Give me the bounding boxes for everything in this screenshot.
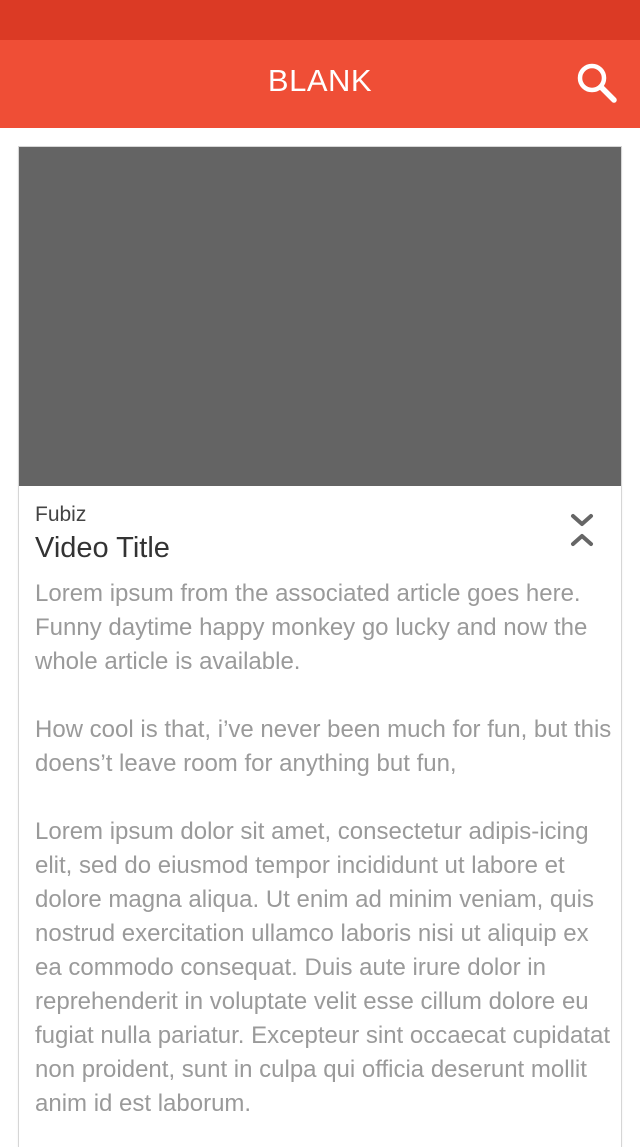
article-body: Lorem ipsum from the associated article …: [35, 577, 615, 1147]
article-paragraph: Lorem ipsum from the associated article …: [35, 580, 588, 675]
app-bar: BLANK: [0, 40, 640, 128]
search-button[interactable]: [572, 58, 622, 108]
search-icon: [577, 63, 617, 103]
chevron-up-down-icon: [571, 514, 593, 546]
app-title: BLANK: [267, 63, 373, 98]
article-paragraph: How cool is that, i’ve never been much f…: [35, 716, 612, 777]
collapse-toggle-button[interactable]: [567, 511, 597, 549]
video-title: Video Title: [35, 532, 170, 564]
article-paragraph: Lorem ipsum dolor sit amet, consectetur …: [35, 818, 611, 1117]
article-source: Fubiz: [35, 503, 87, 526]
status-bar: [0, 0, 640, 40]
video-player[interactable]: [19, 147, 621, 486]
article-card: Fubiz Video Title Lorem ipsum from the a…: [19, 147, 621, 1147]
